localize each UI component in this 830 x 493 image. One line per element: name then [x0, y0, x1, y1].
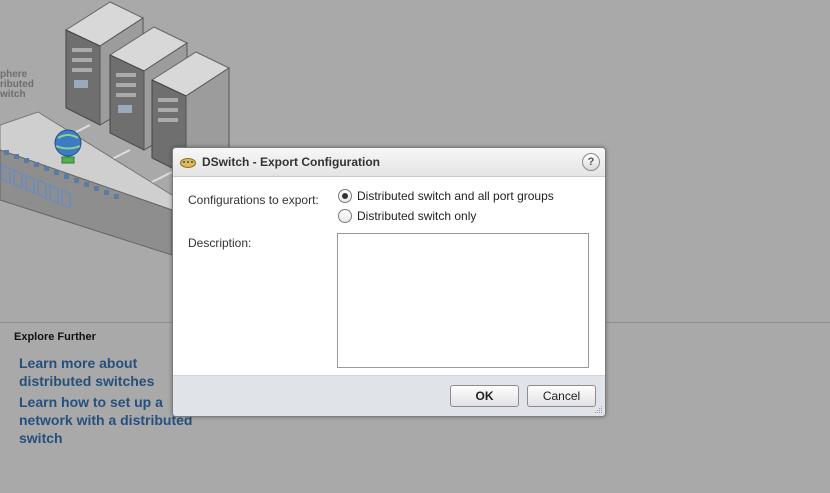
vds-switch-icon: [180, 158, 196, 168]
export-configuration-dialog: DSwitch - Export Configuration ? Configu…: [172, 147, 606, 417]
radio-switch-only[interactable]: Distributed switch only: [338, 208, 476, 224]
help-icon[interactable]: ?: [582, 153, 600, 171]
radio-selected-icon[interactable]: [338, 189, 352, 203]
configurations-label: Configurations to export:: [188, 193, 319, 207]
vds-label-line: witch: [0, 89, 26, 100]
description-field[interactable]: [337, 233, 589, 368]
vds-label: phere ributed witch: [0, 70, 34, 100]
explore-further-title: Explore Further: [14, 331, 96, 343]
radio-label: Distributed switch only: [357, 209, 477, 223]
description-label: Description:: [188, 236, 252, 250]
radio-switch-and-port-groups[interactable]: Distributed switch and all port groups: [338, 188, 554, 204]
resize-grip-icon[interactable]: [595, 406, 603, 414]
ok-button[interactable]: OK: [450, 385, 519, 407]
radio-unselected-icon[interactable]: [338, 209, 352, 223]
dialog-title: DSwitch - Export Configuration: [202, 155, 380, 169]
radio-label: Distributed switch and all port groups: [357, 189, 554, 203]
dialog-titlebar[interactable]: DSwitch - Export Configuration ?: [173, 148, 605, 177]
dialog-footer: OK Cancel: [173, 375, 605, 416]
cancel-button[interactable]: Cancel: [527, 385, 596, 407]
